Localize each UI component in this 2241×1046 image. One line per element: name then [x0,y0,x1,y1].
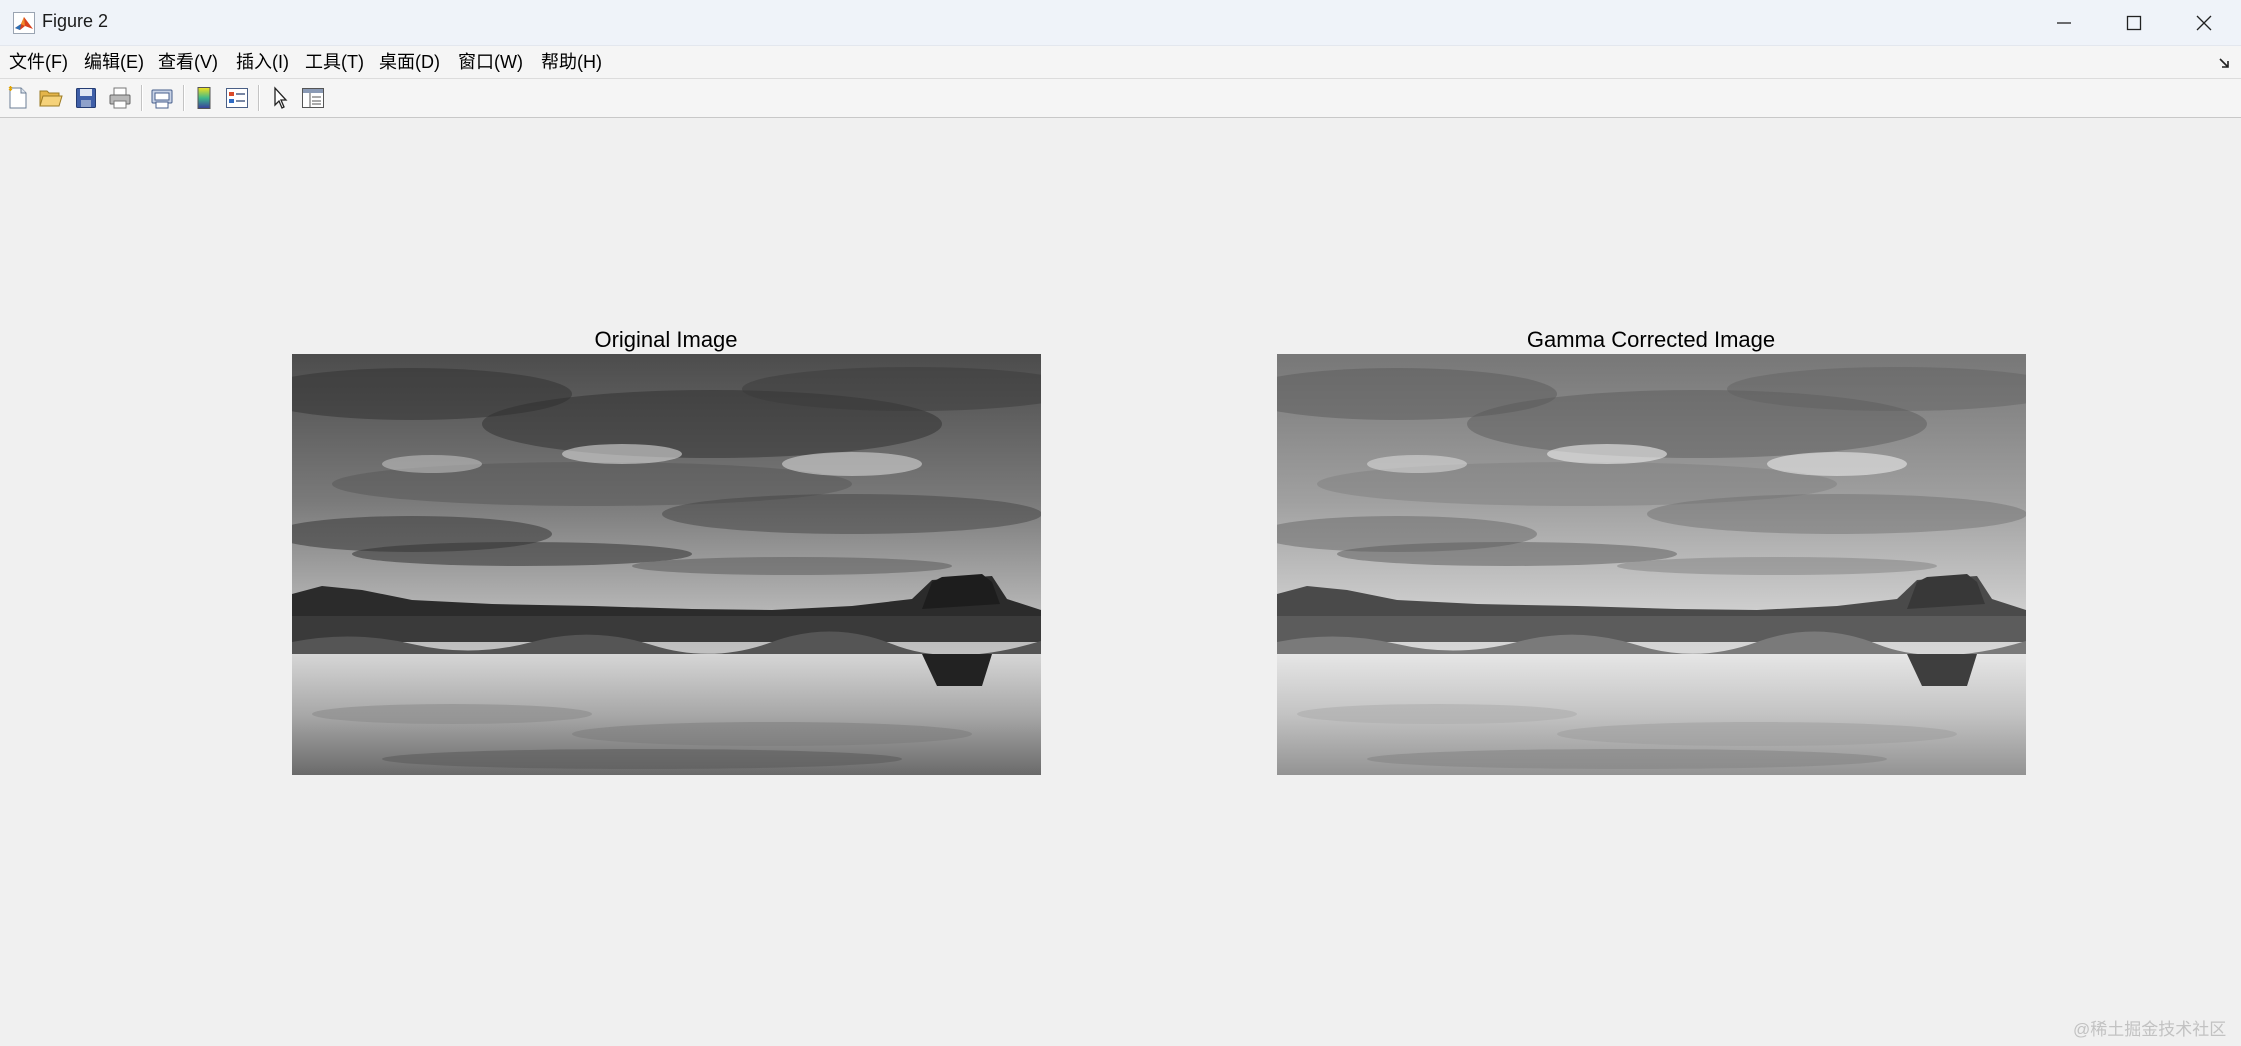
toolbar-separator [258,85,260,111]
print-preview-button[interactable] [148,84,176,112]
save-button[interactable] [72,84,100,112]
toolbar-separator [183,85,185,111]
print-icon [109,87,131,109]
title-bar: Figure 2 [0,0,2241,46]
menu-tools[interactable]: 工具(T) [305,50,364,74]
gamma-corrected-image[interactable] [1277,354,2026,775]
toolbar [0,79,2241,118]
menu-bar: 文件(F) 编辑(E) 查看(V) 插入(I) 工具(T) 桌面(D) 窗口(W… [0,46,2241,79]
legend-icon [226,88,248,108]
open-file-button[interactable] [37,84,65,112]
print-button[interactable] [106,84,134,112]
close-button[interactable] [2169,0,2239,45]
menu-desktop[interactable]: 桌面(D) [379,50,440,74]
print-preview-icon [151,89,173,109]
colorbar-icon [197,87,211,109]
insert-colorbar-button[interactable] [190,84,218,112]
edit-plot-button[interactable] [266,84,294,112]
save-icon [76,88,96,108]
original-image-landscape [292,354,1041,775]
close-icon [2196,15,2212,30]
property-inspector-icon [302,88,324,108]
menu-view[interactable]: 查看(V) [158,50,218,74]
minimize-icon [2057,21,2071,24]
edit-plot-icon [274,86,288,109]
gamma-corrected-image-landscape [1277,354,2026,775]
maximize-button[interactable] [2099,0,2169,45]
matlab-logo-icon [13,12,35,34]
original-image[interactable] [292,354,1041,775]
insert-legend-button[interactable] [223,84,251,112]
toolbar-separator [141,85,143,111]
menu-window[interactable]: 窗口(W) [458,50,523,74]
dock-figure-icon[interactable] [2218,56,2232,70]
window-title: Figure 2 [42,11,109,31]
open-file-icon [39,90,63,107]
property-inspector-button[interactable] [299,84,327,112]
menu-file[interactable]: 文件(F) [9,50,68,74]
axes-title-original: Original Image [594,327,738,352]
menu-insert[interactable]: 插入(I) [236,50,289,74]
watermark: @稀土掘金技术社区 [2073,1020,2227,1039]
maximize-icon [2126,15,2142,30]
minimize-button[interactable] [2029,0,2099,45]
menu-help[interactable]: 帮助(H) [541,50,602,74]
menu-edit[interactable]: 编辑(E) [84,50,144,74]
axes-title-gamma: Gamma Corrected Image [1526,327,1776,352]
new-figure-icon [8,86,27,109]
new-figure-button[interactable] [4,84,32,112]
